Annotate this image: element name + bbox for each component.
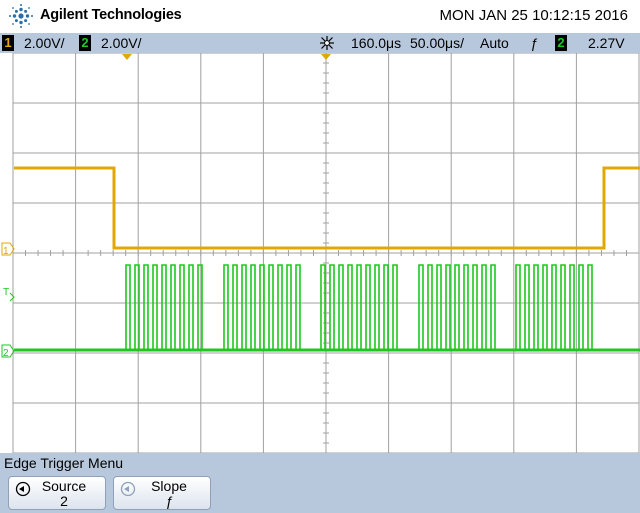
date-time: MON JAN 25 10:12:15 2016	[439, 7, 628, 24]
agilent-spark-logo	[9, 4, 33, 28]
svg-text:T: T	[3, 287, 9, 298]
title-bar: Agilent Technologies MON JAN 25 10:12:15…	[0, 0, 640, 33]
channel-2-trace	[14, 264, 640, 352]
channel-2-indicator[interactable]: 2	[79, 35, 91, 51]
trigger-level: 2.27V	[588, 35, 625, 51]
channel-1-trace	[14, 166, 640, 250]
waveform-display[interactable]: 1 T 2	[0, 53, 640, 453]
time-reference-icon	[320, 36, 334, 50]
svg-text:2: 2	[3, 348, 9, 359]
menu-title: Edge Trigger Menu	[4, 455, 124, 471]
slope-value: ƒ	[165, 493, 173, 509]
channel-2-ground-marker: 2	[1, 344, 15, 359]
trigger-mode: Auto	[480, 35, 509, 51]
slope-softkey[interactable]: Slope ƒ	[113, 476, 211, 510]
channel-2-waveform	[14, 264, 640, 351]
trigger-source-indicator: 2	[555, 35, 567, 51]
brand-name: Agilent Technologies	[40, 7, 182, 23]
center-marker	[321, 54, 331, 60]
time-delay: 160.0μs	[351, 35, 402, 51]
time-scale: 50.00μs/	[410, 35, 464, 51]
trigger-level-marker: T	[3, 287, 15, 302]
channel-1-ground-marker: 1	[1, 242, 15, 257]
softkey-menu: Edge Trigger Menu Source 2 Slope ƒ	[0, 453, 640, 513]
svg-text:1: 1	[3, 246, 9, 257]
trigger-slope-icon: ƒ	[530, 35, 538, 51]
channel-1-indicator[interactable]: 1	[2, 35, 14, 51]
delay-marker	[122, 54, 132, 60]
channel-1-scale: 2.00V/	[24, 35, 65, 51]
graticule: 1 T 2	[1, 53, 640, 453]
slope-label: Slope	[151, 478, 187, 494]
channel-2-scale: 2.00V/	[101, 35, 142, 51]
source-softkey[interactable]: Source 2	[8, 476, 106, 510]
source-value: 2	[60, 493, 68, 509]
source-label: Source	[41, 478, 87, 494]
status-bar: 1 2.00V/ 2 2.00V/ 160.0μs 50.00μs/ Auto …	[0, 33, 640, 53]
